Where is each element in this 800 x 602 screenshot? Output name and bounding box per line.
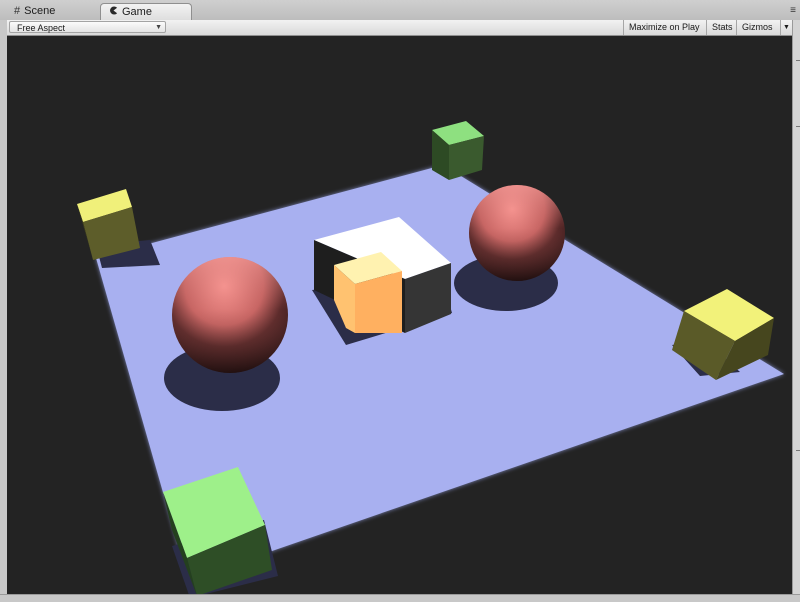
- pacman-icon: [109, 4, 118, 21]
- aspect-dropdown[interactable]: Free Aspect ▼: [9, 21, 166, 33]
- tab-game[interactable]: Game: [100, 3, 192, 20]
- tab-bar: # Scene Game ≡: [0, 0, 800, 21]
- tab-scene-label: Scene: [24, 5, 56, 17]
- gizmos-dropdown-arrow-icon[interactable]: ▼: [780, 20, 792, 35]
- gizmos-button[interactable]: Gizmos: [736, 20, 780, 35]
- right-panel-edge: [792, 20, 800, 602]
- corner-cube-back: [432, 121, 484, 180]
- game-toolbar: Free Aspect ▼ Maximize on Play Stats Giz…: [7, 20, 792, 36]
- maximize-on-play-button[interactable]: Maximize on Play: [623, 20, 706, 35]
- aspect-dropdown-value: Free Aspect: [17, 23, 66, 33]
- right-sphere: [469, 185, 565, 281]
- stats-button[interactable]: Stats: [706, 20, 736, 35]
- grid-icon: #: [14, 5, 21, 17]
- game-view-viewport[interactable]: [7, 36, 792, 594]
- left-sphere: [172, 257, 288, 373]
- dropdown-arrow-icon: ▼: [155, 24, 162, 31]
- tab-scene[interactable]: # Scene: [0, 3, 96, 20]
- pane-menu-icon[interactable]: ≡: [790, 6, 796, 16]
- left-panel-edge: [0, 20, 7, 602]
- tab-game-label: Game: [122, 5, 152, 18]
- bottom-panel-edge: [0, 594, 800, 602]
